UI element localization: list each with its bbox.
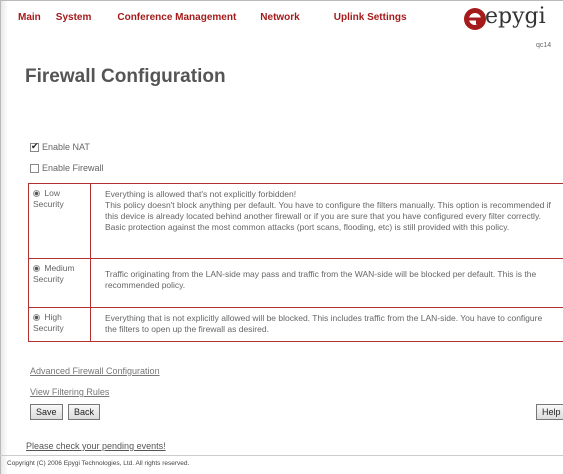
nav-uplink-settings[interactable]: Uplink Settings [334,6,407,30]
brand-name: epygi [485,4,546,29]
high-security-radio[interactable] [33,314,40,322]
security-option-medium[interactable]: Medium Security [29,259,91,307]
nav-main[interactable]: Main [18,6,41,30]
brand-logo: epygi [463,4,563,38]
nav-network[interactable]: Network [260,6,299,30]
enable-firewall-label: Enable Firewall [42,163,104,173]
view-filtering-rules-link[interactable]: View Filtering Rules [30,387,109,397]
enable-firewall-checkbox[interactable] [30,163,39,173]
security-row-medium: Medium Security Traffic originating from… [29,259,563,308]
enable-nat-option[interactable]: Enable NAT [30,141,90,152]
security-row-high: High Security Everything that is not exp… [29,308,563,341]
top-navigation: Main System Conference Management Networ… [18,6,427,30]
enable-nat-label: Enable NAT [42,142,90,152]
save-button[interactable]: Save [30,404,63,420]
back-button[interactable]: Back [68,404,101,420]
low-security-radio[interactable] [33,190,40,198]
copyright-text: Copyright (C) 2006 Epygi Technologies, L… [7,460,190,467]
enable-nat-checkbox[interactable] [30,141,39,152]
high-security-description: Everything that is not explicitly allowe… [105,313,543,334]
page-title: Firewall Configuration [25,66,226,87]
enable-firewall-option[interactable]: Enable Firewall [30,163,104,173]
security-option-low[interactable]: Low Security [29,184,91,258]
medium-security-radio[interactable] [33,265,40,273]
nav-system[interactable]: System [56,6,92,30]
footer-divider [0,455,563,456]
pending-events-link[interactable]: Please check your pending events! [26,441,166,451]
device-id: qc14 [536,42,552,49]
low-security-description: Everything is allowed that's not explici… [105,189,551,232]
nav-conference-management[interactable]: Conference Management [117,6,236,30]
security-row-low: Low Security Everything is allowed that'… [29,184,563,259]
medium-security-description: Traffic originating from the LAN-side ma… [105,269,537,290]
help-button[interactable]: Help [536,404,563,420]
security-level-table: Low Security Everything is allowed that'… [28,183,563,342]
epygi-logo-icon [464,8,486,30]
advanced-firewall-link[interactable]: Advanced Firewall Configuration [30,366,160,376]
security-option-high[interactable]: High Security [29,308,91,341]
